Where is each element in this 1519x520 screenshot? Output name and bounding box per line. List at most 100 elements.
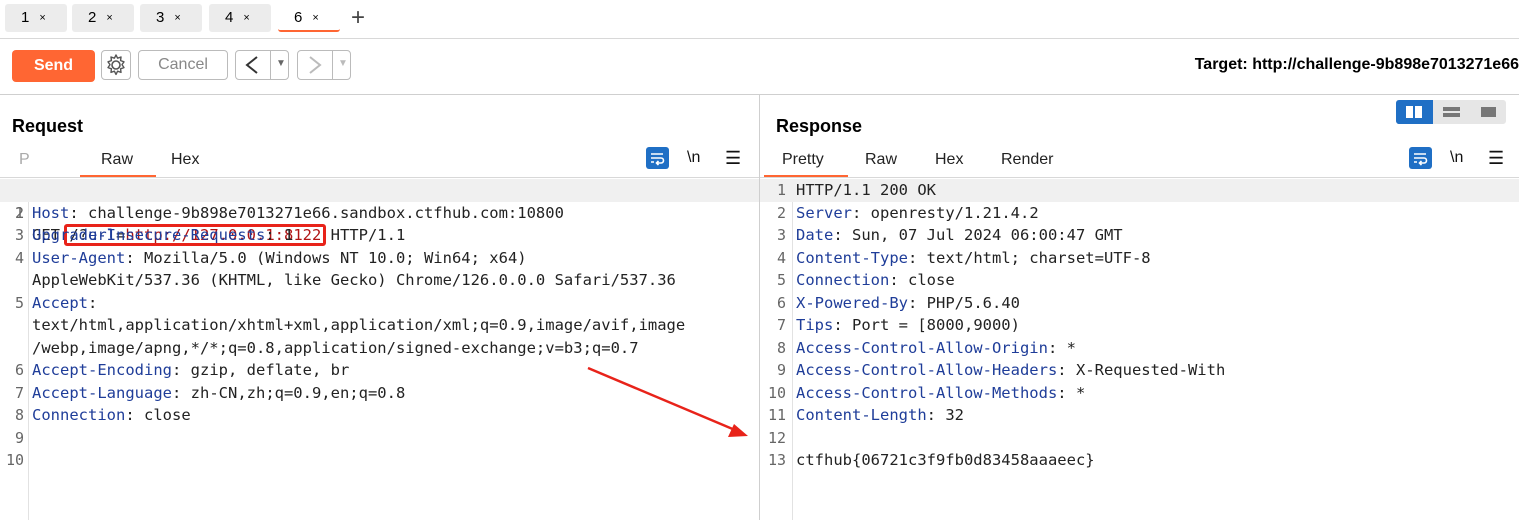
header-value: zh-CN,zh;q=0.9,en;q=0.8 [181, 383, 406, 402]
line-number: 7 [14, 383, 24, 402]
code-line: text/html,application/xhtml+xml,applicat… [0, 314, 759, 337]
header-name: User-Agent [32, 248, 126, 267]
line-number: 12 [767, 428, 786, 447]
code-line: AppleWebKit/537.36 (KHTML, like Gecko) C… [0, 269, 759, 292]
code-line: 4 Content-Type: text/html; charset=UTF-8 [760, 247, 1519, 270]
tab-pretty[interactable]: P [19, 151, 30, 169]
response-editor[interactable]: 1 HTTP/1.1 200 OK 2 Server: openresty/1.21… [760, 179, 1519, 520]
newline-toggle[interactable]: \n [1450, 149, 1463, 167]
header-value: gzip, deflate, br [181, 361, 350, 379]
tab-1[interactable]: 1 × [5, 4, 67, 32]
rows-icon [1443, 107, 1460, 117]
forward-button[interactable] [298, 51, 333, 79]
tab-raw[interactable]: Raw [865, 151, 897, 169]
code-line: 9 [0, 427, 759, 450]
header-value: Port = [8000,9000) [842, 316, 1020, 334]
code-line: 6 X-Powered-By: PHP/5.6.40 [760, 292, 1519, 315]
columns-icon [1406, 106, 1422, 118]
request-editor[interactable]: 1 GET /?url=http://127.0.0.1:8122 HTTP/1… [0, 179, 759, 520]
code-line: 11 Content-Length: 32 [760, 404, 1519, 427]
response-pane: Response Pretty Raw Hex Render \n ☰ 1 HTT… [760, 95, 1519, 520]
request-title: Request [12, 116, 84, 136]
wrap-button[interactable] [646, 147, 669, 169]
cancel-button[interactable]: Cancel [138, 50, 228, 80]
tab-4[interactable]: 4 × [209, 4, 271, 32]
line-number: 1 [776, 181, 786, 199]
header-name: Date [796, 226, 834, 244]
new-tab-button[interactable]: + [351, 5, 365, 31]
request-pane: Request P Raw Hex \n ☰ 1 GET /?url=http:… [0, 95, 760, 520]
code-line: 2 Host: challenge-9b898e7013271e66.sandbo… [0, 202, 759, 225]
close-icon[interactable]: × [243, 12, 249, 24]
line-number: 6 [776, 293, 786, 312]
tab-raw[interactable]: Raw [101, 151, 133, 169]
tab-3[interactable]: 3 × [140, 4, 202, 32]
line-number: 13 [767, 451, 786, 469]
line-number: 6 [14, 361, 24, 379]
code-line: 7 Tips: Port = [8000,9000) [760, 314, 1519, 337]
layout-toggle [1396, 100, 1506, 124]
header-value: /webp,image/apng,*/*;q=0.8,application/s… [32, 338, 639, 357]
close-icon[interactable]: × [106, 12, 112, 24]
split-view-button[interactable] [1396, 100, 1433, 124]
code-line: 5 Accept: [0, 292, 759, 315]
wrap-icon [1414, 153, 1428, 166]
line-number: 3 [776, 226, 786, 244]
gear-icon [107, 54, 125, 76]
line-number: 5 [776, 271, 786, 289]
chevron-down-icon[interactable]: ▼ [338, 58, 348, 69]
single-view-button[interactable] [1470, 100, 1507, 124]
header-value: text/html; charset=UTF-8 [917, 248, 1151, 267]
header-value: 32 [936, 406, 964, 424]
header-name: Server [796, 203, 852, 222]
line-number: 2 [776, 203, 786, 222]
send-button[interactable]: Send [12, 50, 95, 82]
line-number: 7 [776, 316, 786, 334]
header-name: Connection [32, 406, 126, 424]
tab-label: 2 [88, 9, 97, 26]
tab-2[interactable]: 2 × [72, 4, 134, 32]
line-number: 5 [14, 293, 24, 312]
line-number: 11 [767, 406, 786, 424]
menu-icon[interactable]: ☰ [725, 148, 741, 169]
header-value: text/html,application/xhtml+xml,applicat… [32, 316, 686, 334]
code-line: 1 HTTP/1.1 200 OK [760, 179, 1519, 202]
header-name: Access-Control-Allow-Headers [796, 361, 1058, 379]
chevron-right-icon [309, 56, 322, 74]
header-value: challenge-9b898e7013271e66.sandbox.ctfhu… [78, 203, 564, 222]
newline-toggle[interactable]: \n [687, 149, 700, 167]
tab-label: 4 [225, 9, 234, 26]
rows-view-button[interactable] [1433, 100, 1470, 124]
code-line: 9 Access-Control-Allow-Headers: X-Request… [760, 359, 1519, 382]
header-name: Upgrade-Insecure-Requests [32, 226, 266, 244]
code-line: 3 Date: Sun, 07 Jul 2024 06:00:47 GMT [760, 224, 1519, 247]
chevron-down-icon[interactable]: ▼ [276, 58, 286, 69]
tab-hex[interactable]: Hex [171, 151, 199, 169]
back-button[interactable] [236, 51, 271, 79]
tab-6[interactable]: 6 × [278, 4, 340, 32]
code-line: 2 Server: openresty/1.21.4.2 [760, 202, 1519, 225]
line-number: 4 [14, 248, 24, 267]
header-value: PHP/5.6.40 [917, 293, 1020, 312]
wrap-button[interactable] [1409, 147, 1432, 169]
target-label[interactable]: Target: http://challenge-9b898e7013271e6… [1195, 56, 1519, 74]
settings-button[interactable] [101, 50, 131, 80]
line-number: 3 [14, 226, 24, 244]
header-name: Connection [796, 271, 890, 289]
close-icon[interactable]: × [312, 12, 318, 24]
menu-icon[interactable]: ☰ [1488, 148, 1504, 169]
header-value: openresty/1.21.4.2 [861, 203, 1039, 222]
line-number: 9 [776, 361, 786, 379]
divider [0, 177, 759, 178]
tab-pretty[interactable]: Pretty [782, 151, 824, 169]
tab-render[interactable]: Render [1001, 151, 1053, 169]
tab-bar: 1 × 2 × 3 × 4 × 6 × + [0, 0, 1519, 39]
back-button-group: ▼ [235, 50, 289, 80]
close-icon[interactable]: × [39, 12, 45, 24]
close-icon[interactable]: × [174, 12, 180, 24]
code-line: 4 User-Agent: Mozilla/5.0 (Windows NT 10.… [0, 247, 759, 270]
tab-hex[interactable]: Hex [935, 151, 963, 169]
single-pane-icon [1481, 107, 1496, 117]
response-body: ctfhub{06721c3f9fb0d83458aaaeec} [796, 451, 1095, 469]
code-line: 13 ctfhub{06721c3f9fb0d83458aaaeec} [760, 449, 1519, 472]
